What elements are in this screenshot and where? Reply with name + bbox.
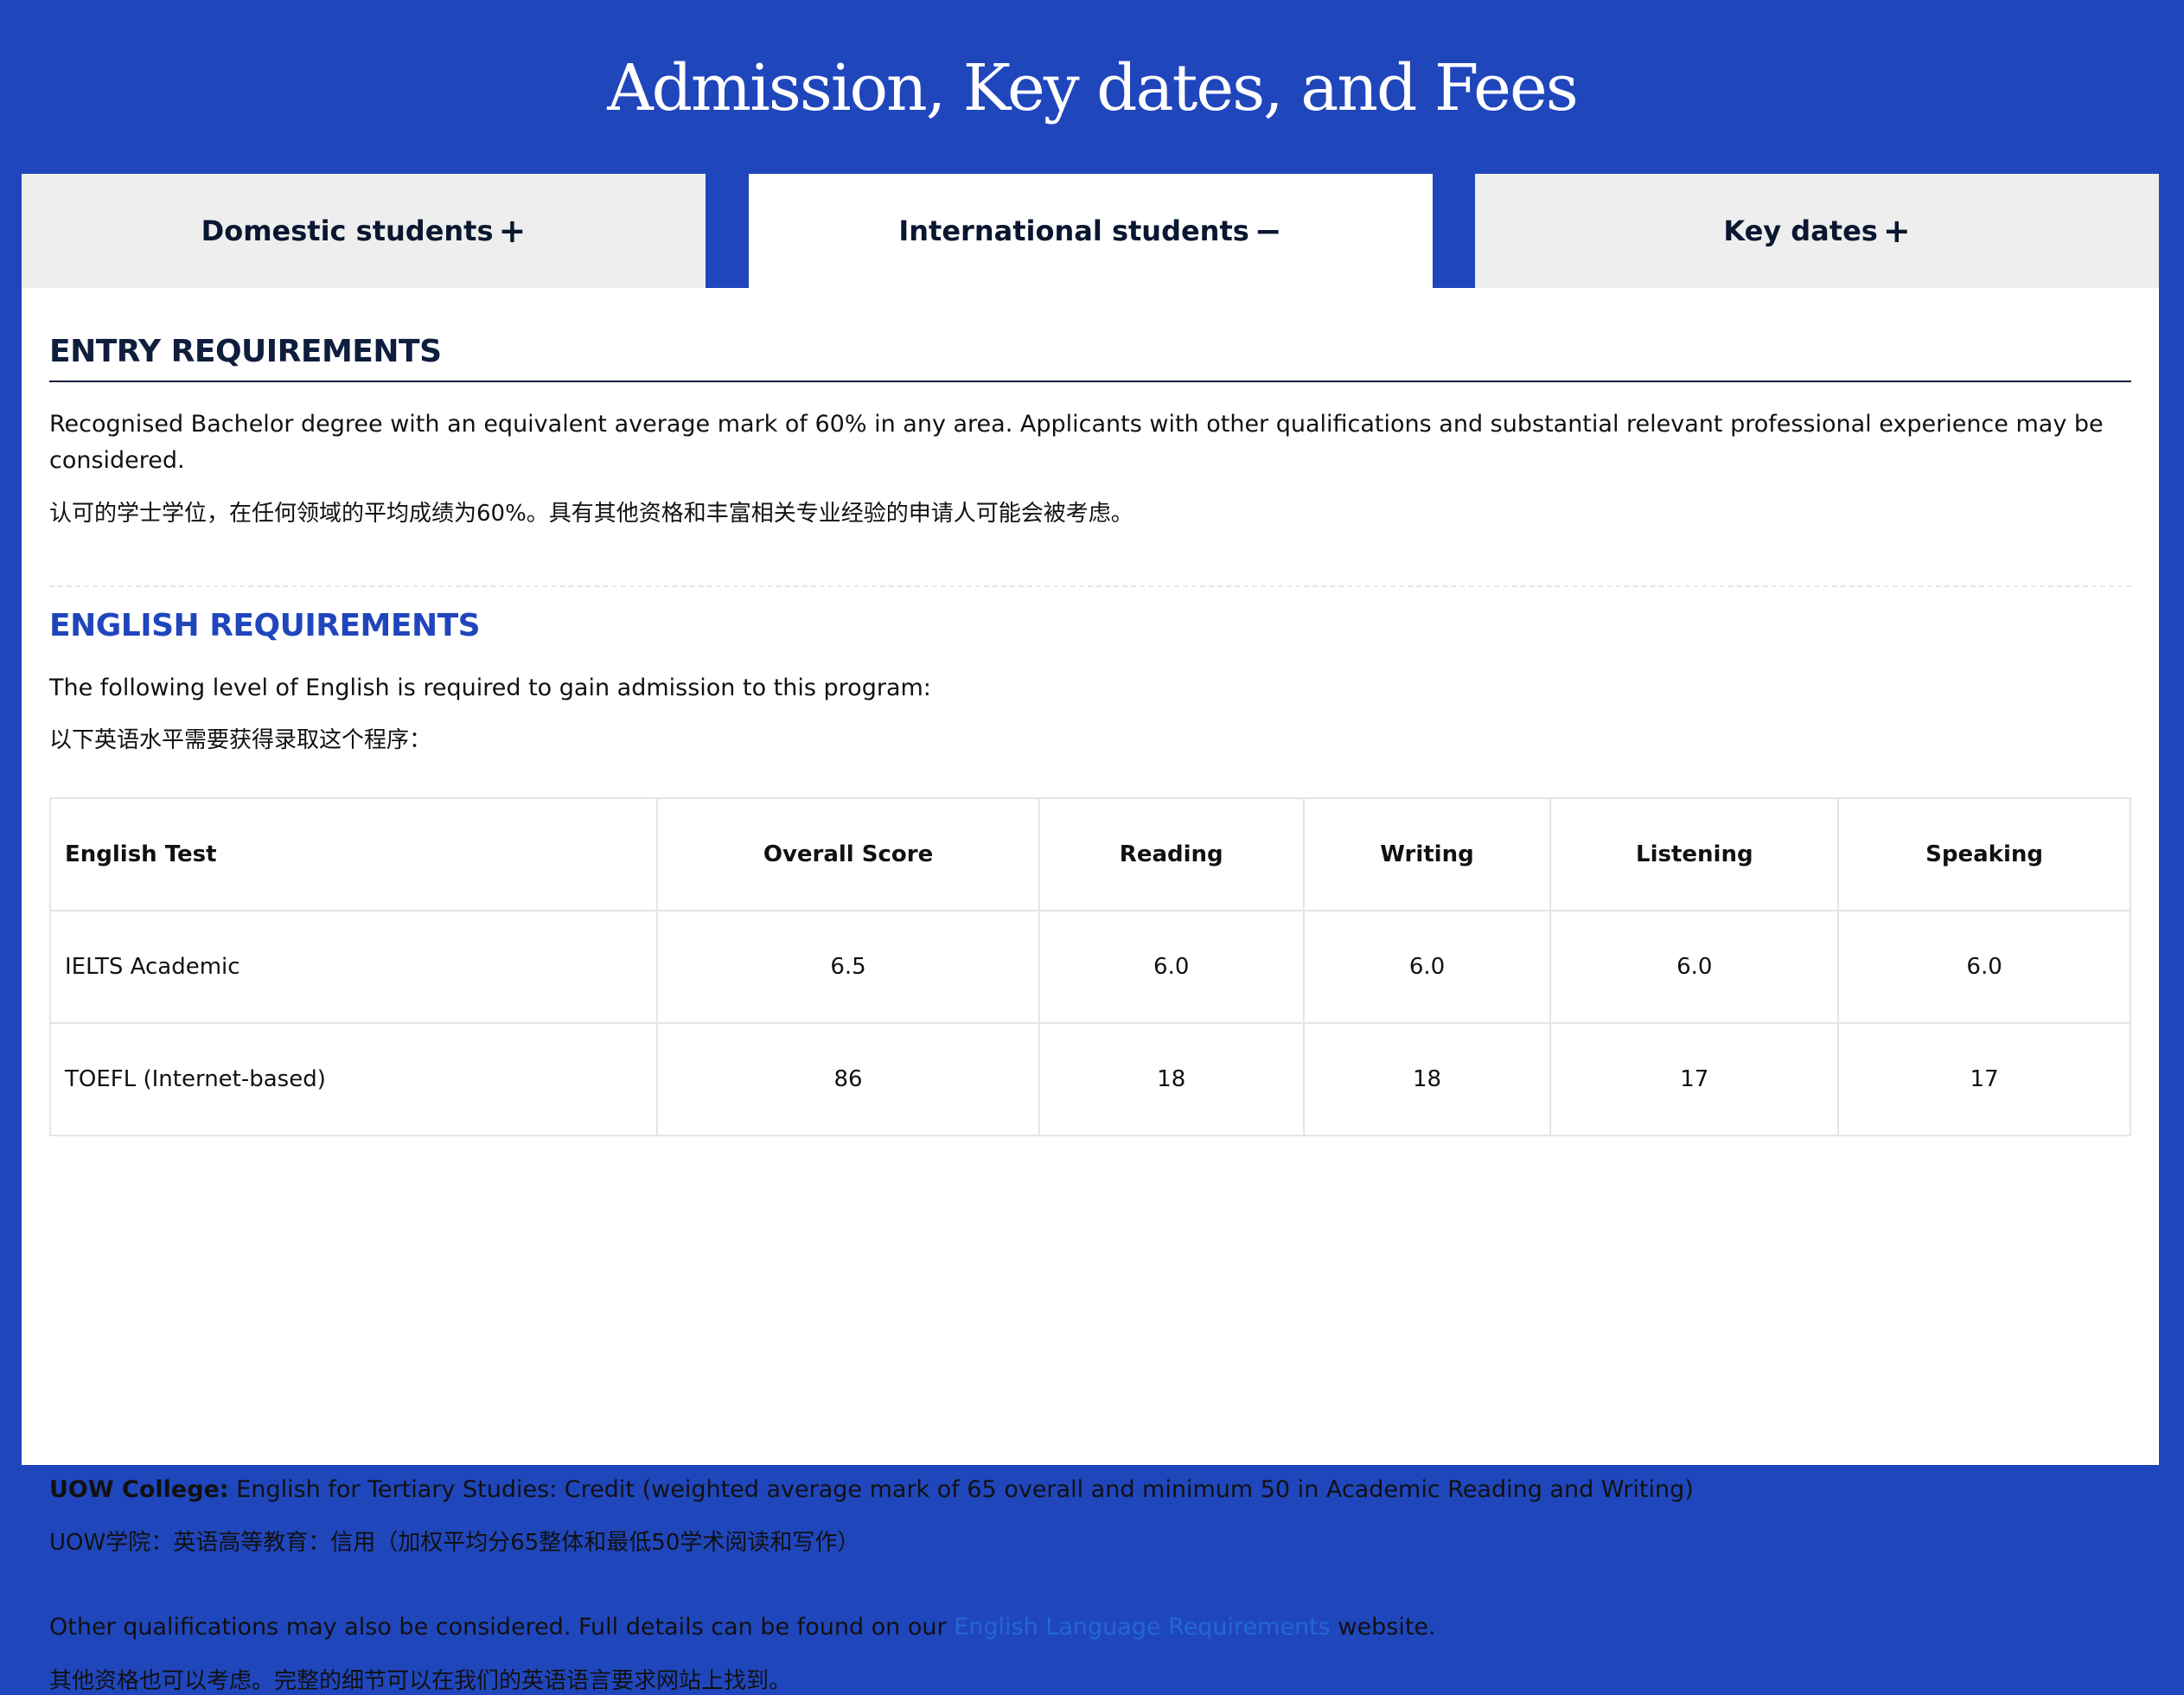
uow-college-description: English for Tertiary Studies: Credit (we…: [236, 1476, 1694, 1503]
tab-key-dates[interactable]: Key dates +: [1475, 174, 2159, 288]
table-cell: 17: [1549, 1022, 1840, 1136]
column-header: English Test: [48, 797, 659, 911]
other-qualifications-text-cn: 其他资格也可以考虑。完整的细节可以在我们的英语语言要求网站上找到。: [49, 1668, 792, 1694]
uow-college-text: UOW College: English for Tertiary Studie…: [49, 1472, 1694, 1508]
column-header: Writing: [1302, 797, 1552, 911]
section-divider: [49, 585, 2131, 587]
table-cell: 6.0: [1038, 910, 1305, 1024]
entry-requirements-text: Recognised Bachelor degree with an equiv…: [49, 411, 2104, 474]
tab-bar: Domestic students + International studen…: [22, 174, 2159, 288]
heading-divider: [49, 381, 2131, 382]
column-header: Reading: [1038, 797, 1305, 911]
table-cell: 6.0: [1549, 910, 1840, 1024]
table-cell: 6.5: [656, 910, 1040, 1024]
tab-label: Key dates: [1723, 214, 1878, 247]
tab-panel-international: ENTRY REQUIREMENTS Recognised Bachelor d…: [22, 288, 2159, 1694]
english-intro-text: The following level of English is requir…: [49, 675, 931, 701]
other-qualifications-text: Other qualifications may also be conside…: [49, 1609, 1436, 1646]
english-language-requirements-link[interactable]: English Language Requirements: [954, 1614, 1331, 1641]
tab-international-students[interactable]: International students −: [748, 174, 1433, 288]
other-text-end: website.: [1338, 1614, 1436, 1641]
table-cell: 18: [1038, 1022, 1305, 1136]
uow-college-label: UOW College:: [49, 1476, 229, 1503]
table-header-row: English Test Overall Score Reading Writi…: [48, 797, 2131, 911]
entry-requirements-text-cn: 认可的学士学位，在任何领域的平均成绩为60%。具有其他资格和丰富相关专业经验的申…: [49, 501, 1134, 527]
uow-college-text-cn: UOW学院：英语高等教育：信用（加权平均分65整体和最低50学术阅读和写作）: [49, 1530, 860, 1556]
table-cell: TOEFL (Internet-based): [48, 1022, 659, 1136]
column-header: Listening: [1549, 797, 1840, 911]
tab-label: International students: [898, 214, 1249, 247]
page-header: Admission, Key dates, and Fees: [0, 0, 2184, 174]
tab-label: Domestic students: [201, 214, 494, 247]
table-row: IELTS Academic 6.5 6.0 6.0 6.0 6.0: [48, 910, 2131, 1024]
english-requirements-table: English Test Overall Score Reading Writi…: [48, 797, 2131, 1136]
page-title: Admission, Key dates, and Fees: [607, 50, 1579, 125]
table-cell: 86: [656, 1022, 1040, 1136]
minus-icon: −: [1254, 212, 1282, 250]
table-cell: IELTS Academic: [48, 910, 659, 1024]
tab-domestic-students[interactable]: Domestic students +: [22, 174, 706, 288]
english-requirements-heading: ENGLISH REQUIREMENTS: [49, 608, 481, 643]
english-intro-text-cn: 以下英语水平需要获得录取这个程序：: [49, 727, 432, 753]
table-cell: 17: [1837, 1022, 2131, 1136]
column-header: Overall Score: [656, 797, 1040, 911]
entry-requirements-heading: ENTRY REQUIREMENTS: [49, 334, 442, 369]
table-row: TOEFL (Internet-based) 86 18 18 17 17: [48, 1022, 2131, 1136]
table-cell: 18: [1302, 1022, 1552, 1136]
plus-icon: +: [498, 212, 527, 250]
table-cell: 6.0: [1837, 910, 2131, 1024]
other-text-start: Other qualifications may also be conside…: [49, 1614, 947, 1641]
column-header: Speaking: [1837, 797, 2131, 911]
table-cell: 6.0: [1302, 910, 1552, 1024]
plus-icon: +: [1882, 212, 1911, 250]
